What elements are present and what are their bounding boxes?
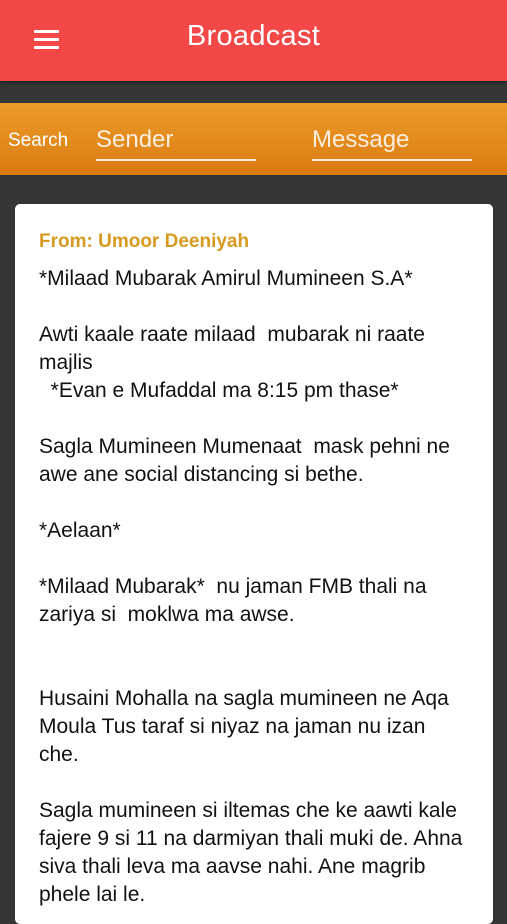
broadcast-card[interactable]: From: Umoor Deeniyah *Milaad Mubarak Ami… xyxy=(15,204,493,924)
broadcast-sender: From: Umoor Deeniyah xyxy=(39,231,250,252)
header-divider-strip xyxy=(0,81,507,103)
app-bar: Broadcast xyxy=(0,0,507,81)
message-field-container xyxy=(312,123,472,161)
broadcast-message: *Milaad Mubarak Amirul Mumineen S.A* Awt… xyxy=(39,267,463,906)
search-bar: Search xyxy=(0,103,507,175)
sender-search-input[interactable] xyxy=(96,123,256,157)
search-label: Search xyxy=(8,130,69,151)
sender-field-container xyxy=(96,123,256,161)
page-title: Broadcast xyxy=(186,20,321,52)
message-search-input[interactable] xyxy=(312,123,472,157)
